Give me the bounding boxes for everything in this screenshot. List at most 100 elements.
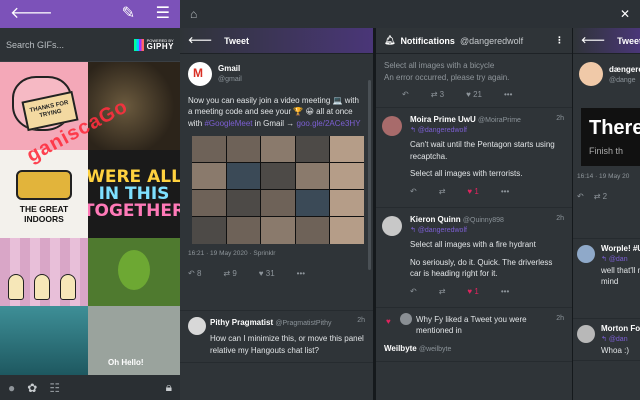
close-icon[interactable]: ✕ <box>620 7 630 21</box>
tweet[interactable]: dængere @dange There Finish th 16:14 · 1… <box>573 54 640 239</box>
gif-panel-toolbar: 🡐 ✎ ☰ <box>0 0 180 28</box>
media-subtext: Finish th <box>589 145 624 156</box>
tweet-author-handle[interactable]: @dange <box>609 76 636 86</box>
tweet-author-handle[interactable]: @MoiraPrime <box>478 117 521 124</box>
column-options-icon[interactable]: ⋮ <box>555 35 564 46</box>
tweet-media[interactable]: There Finish th <box>581 107 640 166</box>
more-icon[interactable]: ••• <box>297 268 305 280</box>
apps-icon[interactable]: ✿ <box>27 381 37 395</box>
back-arrow-icon[interactable]: 🡐 <box>10 6 53 22</box>
reply-to-handle[interactable]: ↰ @dangeredwolf <box>410 226 564 236</box>
retweet-icon[interactable]: ⇄ <box>439 186 446 198</box>
reply-icon[interactable]: ↶ <box>402 89 409 101</box>
circle-icon[interactable]: ● <box>8 381 15 395</box>
tweet-text: well that'll m mind <box>601 265 640 287</box>
avatar[interactable] <box>188 317 206 335</box>
reply-to-handle[interactable]: ↰ @dan <box>601 255 636 265</box>
gif-thumbnail[interactable]: WERE ALL IN THIS TOGETHER <box>88 150 180 238</box>
notification[interactable]: 2h Kieron Quinn @Quinny898 ↰ @dangeredwo… <box>376 208 572 308</box>
scrollbar[interactable] <box>368 80 371 270</box>
tweet-author-name[interactable]: Pithy Pragmatist <box>210 318 273 327</box>
tweet-author-handle[interactable]: @Quinny898 <box>463 217 504 224</box>
tweet-actions: ↶ ⇄ 3 ♥ 21 ••• <box>384 89 564 101</box>
reply-to-label: @dan <box>608 255 628 263</box>
lock-icon[interactable]: 🔒︎ <box>166 380 172 395</box>
avatar[interactable] <box>400 312 412 325</box>
more-icon[interactable]: ••• <box>501 286 509 298</box>
tweet-text-part: in Gmail → <box>252 118 297 128</box>
like-icon[interactable]: ♥ 1 <box>467 186 478 198</box>
like-count: 1 <box>474 286 479 296</box>
avatar[interactable] <box>577 245 595 263</box>
like-icon[interactable]: ♥ 31 <box>259 268 275 280</box>
tweet-text: No seriously, do it. Quick. The driverle… <box>410 257 553 279</box>
tweet-timestamp[interactable]: 16:21 · 19 May 2020 · Sprinklr <box>188 249 365 258</box>
url-link[interactable]: goo.gle/2ACe3HY <box>297 119 361 128</box>
tweet-author-name[interactable]: Gmail <box>218 63 365 75</box>
avatar[interactable] <box>577 325 595 343</box>
reply-icon[interactable]: ↶ 8 <box>188 268 201 280</box>
reply-icon[interactable]: ↶ <box>410 186 417 198</box>
back-arrow-icon[interactable]: 🡐 <box>188 35 212 46</box>
tweet-author-handle[interactable]: @weilbyte <box>419 346 451 353</box>
notification[interactable]: ♥ 2h Why Fy liked a Tweet you were menti… <box>376 308 572 363</box>
gif-thumbnail[interactable] <box>0 306 88 375</box>
avatar[interactable]: M <box>188 62 212 86</box>
retweet-icon[interactable]: ⇄ 3 <box>431 89 444 101</box>
tweet-author-name[interactable]: Weilbyte <box>384 344 417 353</box>
avatar[interactable] <box>579 62 603 86</box>
tweet-time: 2h <box>556 314 564 322</box>
tweet-author-handle[interactable]: @PragmatistPithy <box>275 320 331 327</box>
retweet-icon[interactable]: ⇄ <box>439 286 446 298</box>
list-icon[interactable]: ☷ <box>49 381 60 395</box>
tweet-author-name[interactable]: Moira Prime UwU <box>410 115 476 124</box>
retweet-count: 9 <box>232 268 237 278</box>
reply-to-handle[interactable]: ↰ @dan <box>601 335 636 345</box>
notification[interactable]: Select all images with a bicycle An erro… <box>376 54 572 108</box>
reply-icon[interactable]: ↶ <box>577 191 584 203</box>
tweet-column: 🡐 Tweet M Gmail @gmail Now you can easil… <box>180 28 373 400</box>
tweet-author-handle[interactable]: @gmail <box>218 75 365 85</box>
tweet[interactable]: M Gmail @gmail Now you can easily join a… <box>180 54 373 311</box>
tweet-text: Now you can easily join a video meeting … <box>188 95 365 130</box>
retweet-icon[interactable]: ⇄ 2 <box>594 191 607 203</box>
tweet-actions: ↶ 8 ⇄ 9 ♥ 31 ••• <box>188 268 365 280</box>
menu-icon[interactable]: ☰ <box>156 6 170 22</box>
gif-thumbnail[interactable] <box>88 238 180 306</box>
home-icon[interactable]: ⌂ <box>190 7 197 21</box>
tweet-author-name[interactable]: dængere <box>609 64 640 76</box>
gif-panel: 🡐 ✎ ☰ POWERED BY GIPHY THANKS FOR TRYING <box>0 0 180 400</box>
tweet-author-name[interactable]: Worple! #U <box>601 243 640 255</box>
tweet-text: Select all images with a bicycle <box>384 61 495 70</box>
tweet-author-name[interactable]: Kieron Quinn <box>410 215 461 224</box>
column-title: Tweet <box>617 35 640 46</box>
more-icon[interactable]: ••• <box>501 186 509 198</box>
tweet-author-name[interactable]: Morton Fox <box>601 323 640 335</box>
avatar[interactable] <box>382 115 402 136</box>
notification[interactable]: 2h Moira Prime UwU @MoiraPrime ↰ @danger… <box>376 108 572 208</box>
column-account: @dangeredwolf <box>459 35 524 46</box>
tweet-timestamp[interactable]: 16:14 · 19 May 20 <box>577 172 636 181</box>
retweet-icon[interactable]: ⇄ 9 <box>223 268 236 280</box>
tweet[interactable]: 2h Pithy Pragmatist @PragmatistPithy How… <box>180 311 373 364</box>
notifications-column: 🔔︎ Notifications @dangeredwolf ⋮ Select … <box>376 28 572 400</box>
like-icon[interactable]: ♥ 21 <box>466 89 482 101</box>
back-arrow-icon[interactable]: 🡐 <box>581 35 605 46</box>
tweet-text: Select all images with terrorists. <box>410 169 523 179</box>
gif-thumbnail[interactable] <box>0 238 88 306</box>
reply-to-handle[interactable]: ↰ @dangeredwolf <box>410 126 564 136</box>
avatar[interactable] <box>382 215 402 236</box>
tweet-media[interactable] <box>192 135 364 244</box>
reply-icon[interactable]: ↶ <box>410 286 417 298</box>
tweet[interactable]: Morton Fox ↰ @dan Whoa :) <box>573 319 640 362</box>
like-icon[interactable]: ♥ 1 <box>467 286 478 298</box>
gif-thumbnail[interactable]: THE GREAT INDOORS <box>0 150 88 238</box>
gif-search-input[interactable] <box>6 39 116 50</box>
hashtag-link[interactable]: #GoogleMeet <box>204 119 252 128</box>
gif-caption-line: WERE ALL <box>88 166 180 187</box>
column-title: Notifications <box>400 35 455 46</box>
tweet[interactable]: Worple! #U ↰ @dan well that'll m mind <box>573 239 640 319</box>
pencil-icon[interactable]: ✎ <box>122 6 135 22</box>
more-icon[interactable]: ••• <box>504 89 512 101</box>
gif-thumbnail[interactable]: Oh Hello! <box>88 306 180 375</box>
